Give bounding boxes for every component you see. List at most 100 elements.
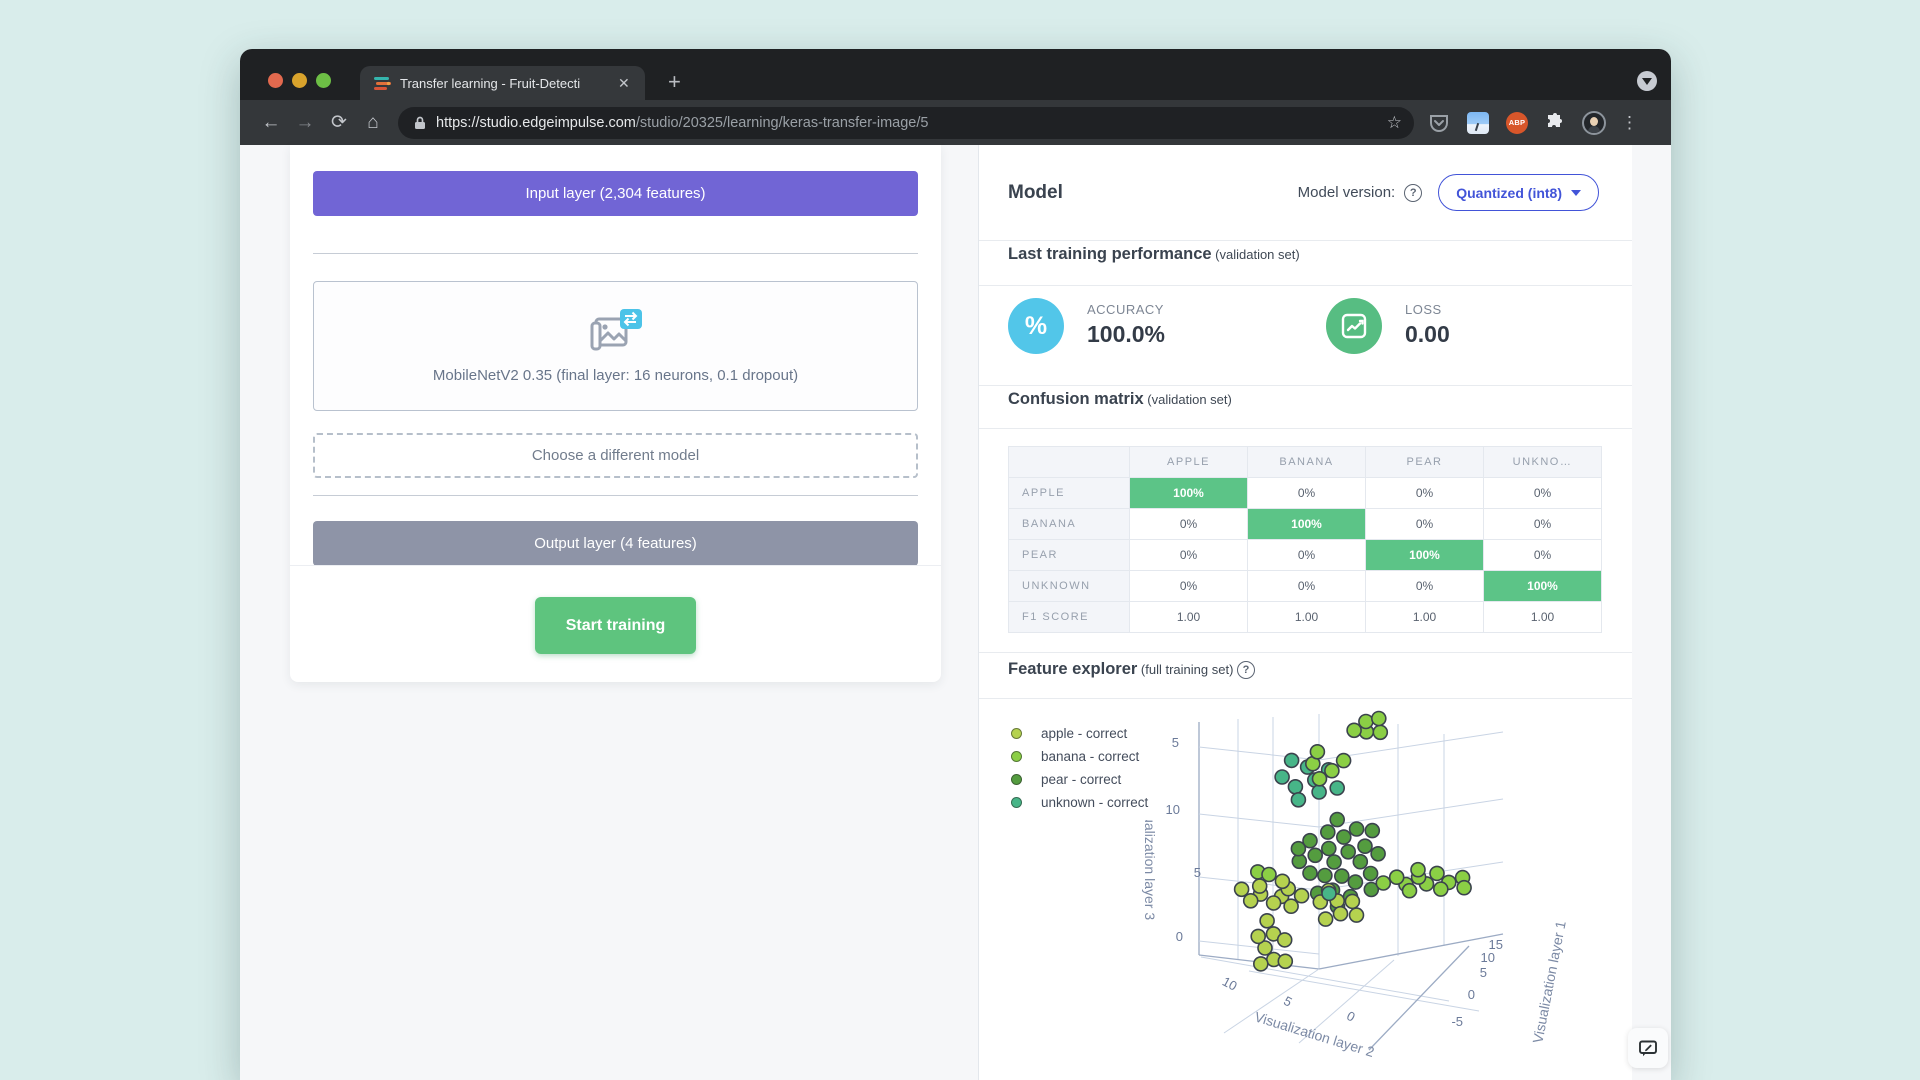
svg-text:0: 0 (1176, 929, 1183, 944)
scatter-point-apple (1334, 907, 1348, 921)
scatter-point-unknown (1288, 780, 1302, 794)
scatter-point-apple (1345, 894, 1359, 908)
extensions-puzzle-icon[interactable] (1545, 113, 1565, 133)
tab-search-button[interactable] (1637, 71, 1657, 91)
scatter-point-pear (1330, 813, 1344, 827)
url-text: https://studio.edgeimpulse.com/studio/20… (436, 115, 1379, 131)
back-button[interactable]: ← (254, 112, 288, 134)
feature-explorer-help-icon[interactable]: ? (1237, 661, 1255, 679)
start-training-button[interactable]: Start training (535, 597, 696, 654)
svg-text:10: 10 (1481, 950, 1495, 965)
model-version-dropdown[interactable]: Quantized (int8) (1438, 174, 1599, 211)
new-tab-button[interactable]: + (668, 71, 681, 93)
pocket-shield-icon[interactable] (1428, 112, 1450, 134)
scatter-point-apple (1278, 933, 1292, 947)
svg-text:10: 10 (1166, 802, 1180, 817)
feedback-button[interactable] (1628, 1028, 1668, 1068)
output-layer-block: Output layer (4 features) (313, 521, 918, 566)
legend-item[interactable]: pear - correct (1011, 768, 1148, 791)
scatter-point-banana (1310, 745, 1324, 759)
confusion-matrix-heading: Confusion matrix (validation set) (1008, 390, 1232, 409)
maximize-window-button[interactable] (316, 73, 331, 88)
screenshot-extension-icon[interactable] (1467, 112, 1489, 134)
browser-menu-icon[interactable]: ⋮ (1621, 115, 1638, 130)
choose-different-model-button[interactable]: Choose a different model (313, 433, 918, 478)
browser-tab-active[interactable]: Transfer learning - Fruit-Detecti ✕ (360, 66, 645, 100)
legend-item[interactable]: apple - correct (1011, 722, 1148, 745)
scatter-point-pear (1358, 839, 1372, 853)
matrix-cell: 0% (1484, 509, 1602, 540)
browser-window: Transfer learning - Fruit-Detecti ✕ + ← … (240, 49, 1671, 1080)
scatter-point-banana (1372, 712, 1386, 726)
legend-dot-icon (1011, 774, 1022, 785)
address-bar[interactable]: https://studio.edgeimpulse.com/studio/20… (398, 107, 1414, 139)
transfer-model-block: MobileNetV2 0.35 (final layer: 16 neuron… (313, 281, 918, 411)
svg-text:Visualization layer 2: Visualization layer 2 (1253, 1008, 1377, 1060)
scatter-point-apple (1260, 914, 1274, 928)
svg-text:Visualization layer 1: Visualization layer 1 (1529, 919, 1568, 1044)
image-transfer-icon (590, 309, 642, 355)
matrix-cell: 0% (1366, 571, 1484, 602)
matrix-cell: 0% (1130, 509, 1248, 540)
legend-item[interactable]: unknown - correct (1011, 791, 1148, 814)
scatter-point-pear (1327, 855, 1341, 869)
scatter-point-apple (1278, 954, 1292, 968)
legend-dot-icon (1011, 728, 1022, 739)
scatter-point-pear (1371, 847, 1385, 861)
scatter-point-apple (1267, 896, 1281, 910)
matrix-cell: 100% (1130, 478, 1248, 509)
scatter-point-pear (1348, 875, 1362, 889)
scatter-point-pear (1353, 855, 1367, 869)
accuracy-metric: % ACCURACY 100.0% (1008, 298, 1165, 354)
edge-impulse-favicon-icon (374, 76, 391, 91)
profile-avatar[interactable] (1582, 111, 1606, 135)
scatter-point-unknown (1312, 785, 1326, 799)
matrix-cell: 100% (1248, 509, 1366, 540)
matrix-row-label: F1 SCORE (1009, 602, 1130, 633)
legend-item[interactable]: banana - correct (1011, 745, 1148, 768)
caret-down-icon (1571, 190, 1581, 196)
legend-dot-icon (1011, 751, 1022, 762)
scatter-point-pear (1318, 869, 1332, 883)
svg-text:5: 5 (1172, 735, 1179, 750)
matrix-cell: 0% (1366, 509, 1484, 540)
matrix-cell: 0% (1248, 571, 1366, 602)
minimize-window-button[interactable] (292, 73, 307, 88)
line-chart-icon (1326, 298, 1382, 354)
home-button[interactable]: ⌂ (356, 112, 390, 134)
matrix-cell: 0% (1484, 478, 1602, 509)
feature-explorer-chart[interactable]: 510501050151050-5 Visualization layer 3V… (979, 698, 1633, 1080)
close-window-button[interactable] (268, 73, 283, 88)
scatter-point-banana (1390, 870, 1404, 884)
matrix-cell: 1.00 (1248, 602, 1366, 633)
forward-button[interactable]: → (288, 112, 322, 134)
adblock-plus-icon[interactable]: ABP (1506, 112, 1528, 134)
matrix-cell: 0% (1484, 540, 1602, 571)
model-version-help-icon[interactable]: ? (1404, 184, 1422, 202)
bookmark-star-icon[interactable]: ☆ (1387, 113, 1402, 133)
scatter-point-banana (1376, 876, 1390, 890)
matrix-cell: 0% (1248, 478, 1366, 509)
svg-text:5: 5 (1480, 965, 1487, 980)
scatter-point-apple (1254, 957, 1268, 971)
lock-icon (414, 116, 426, 130)
scatter-point-apple (1251, 929, 1265, 943)
matrix-cell: 0% (1130, 540, 1248, 571)
loss-value: 0.00 (1405, 321, 1450, 348)
scatter-point-unknown (1322, 886, 1336, 900)
browser-toolbar: ← → ⟳ ⌂ https://studio.edgeimpulse.com/s… (240, 100, 1671, 145)
tab-close-icon[interactable]: ✕ (618, 75, 630, 92)
scatter-points (1235, 712, 1472, 971)
scatter-point-pear (1303, 866, 1317, 880)
input-layer-block: Input layer (2,304 features) (313, 171, 918, 216)
scatter-point-unknown (1291, 793, 1305, 807)
matrix-column-header: BANANA (1248, 447, 1366, 478)
reload-button[interactable]: ⟳ (322, 111, 356, 134)
tab-title: Transfer learning - Fruit-Detecti (400, 76, 612, 91)
matrix-cell: 1.00 (1484, 602, 1602, 633)
performance-heading: Last training performance (validation se… (1008, 245, 1300, 264)
scatter-point-apple (1275, 874, 1289, 888)
matrix-cell: 0% (1248, 540, 1366, 571)
svg-text:0: 0 (1344, 1008, 1357, 1025)
transfer-model-label: MobileNetV2 0.35 (final layer: 16 neuron… (433, 367, 798, 384)
